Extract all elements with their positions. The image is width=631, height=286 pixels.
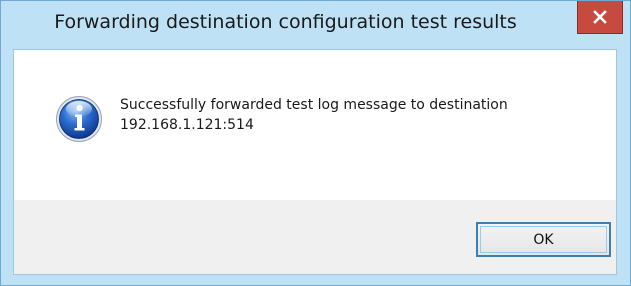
message-text: Successfully forwarded test log message … (120, 95, 508, 135)
message-line-1: Successfully forwarded test log message … (120, 97, 508, 113)
info-icon (55, 95, 103, 143)
dialog-title: Forwarding destination configuration tes… (54, 11, 517, 33)
button-bar: OK (14, 200, 616, 274)
close-button[interactable] (577, 1, 623, 34)
ok-button-label: OK (533, 231, 554, 248)
dialog-body: Successfully forwarded test log message … (13, 49, 617, 275)
ok-button[interactable]: OK (476, 222, 611, 257)
message-area: Successfully forwarded test log message … (14, 50, 616, 200)
dialog-window: Forwarding destination configuration tes… (0, 0, 631, 286)
title-bar[interactable]: Forwarding destination configuration tes… (1, 1, 630, 49)
message-line-2: 192.168.1.121:514 (120, 117, 254, 133)
close-icon (593, 10, 607, 24)
